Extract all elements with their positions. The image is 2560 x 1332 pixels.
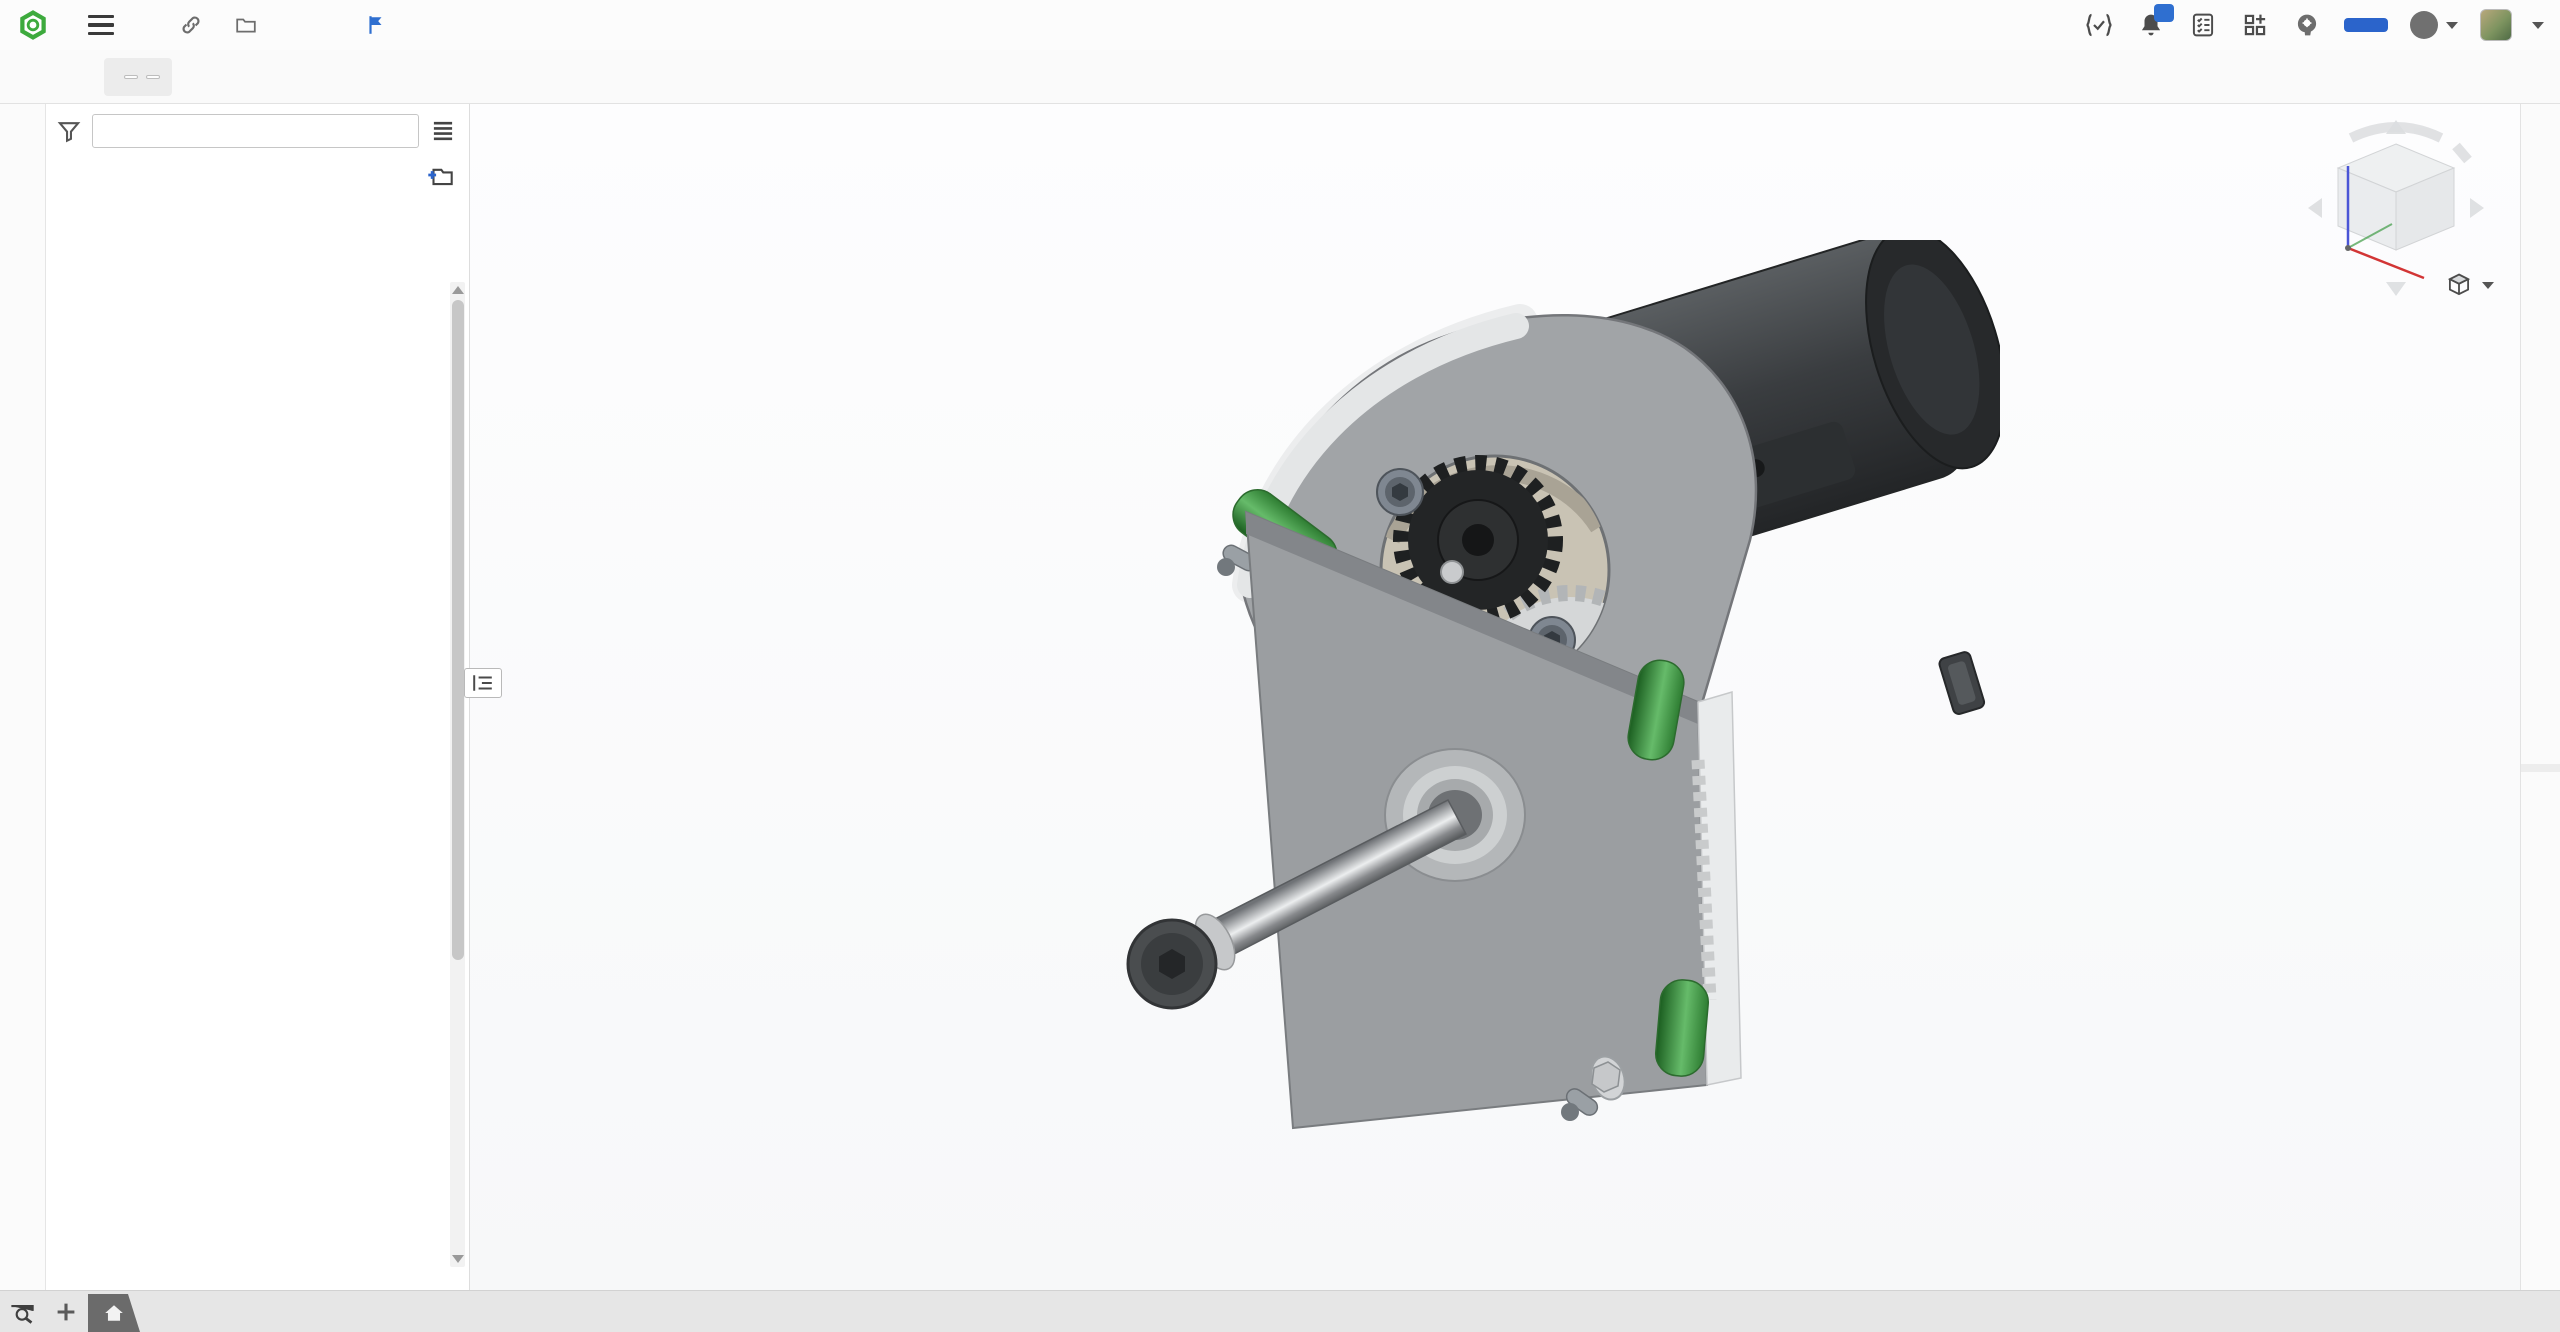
shaded-cube-icon <box>2446 272 2472 298</box>
filter-input[interactable] <box>92 114 419 148</box>
panel-scrollbar[interactable] <box>450 282 465 1267</box>
kbd-alt <box>124 75 138 79</box>
right-app-strip <box>2520 104 2560 1290</box>
help-button[interactable] <box>2410 11 2438 39</box>
onshape-logo-icon <box>16 7 50 43</box>
document-location[interactable] <box>234 14 265 36</box>
kbd-c <box>146 75 160 79</box>
scroll-down-icon[interactable] <box>452 1255 464 1263</box>
filter-funnel-icon[interactable] <box>56 118 82 144</box>
top-bar <box>0 0 2560 50</box>
graphics-canvas[interactable] <box>470 104 2520 1290</box>
search-tools[interactable] <box>104 58 172 96</box>
tasks-icon[interactable] <box>2188 10 2218 40</box>
apps-grid-icon[interactable] <box>2240 10 2270 40</box>
add-tab-button[interactable] <box>44 1292 88 1332</box>
menu-hamburger-icon[interactable] <box>88 15 114 35</box>
standoff-green-3[interactable] <box>1654 978 1710 1078</box>
notifications-bell-icon[interactable] <box>2136 10 2166 40</box>
bottom-tab-bar <box>0 1290 2560 1332</box>
link-icon[interactable] <box>176 10 206 40</box>
versions-icon[interactable] <box>2084 10 2114 40</box>
instances-panel <box>46 104 470 1290</box>
left-icon-strip <box>0 104 46 1290</box>
panel-flyout-button[interactable] <box>464 668 502 698</box>
list-view-icon[interactable] <box>429 118 457 144</box>
help-caret-icon[interactable] <box>2446 22 2458 29</box>
notification-badge <box>2154 4 2174 22</box>
user-avatar[interactable] <box>2480 9 2512 41</box>
home-tab-button[interactable] <box>88 1294 140 1332</box>
assembly-toolbar <box>0 50 2560 104</box>
user-menu-caret-icon[interactable] <box>2532 22 2544 29</box>
share-button[interactable] <box>2344 18 2388 32</box>
viewcube-body[interactable] <box>2338 144 2454 250</box>
add-folder-icon[interactable] <box>425 162 455 188</box>
assembly-3d-model[interactable] <box>1100 240 2000 1140</box>
scroll-up-icon[interactable] <box>452 286 464 294</box>
socket-screw-1[interactable] <box>1377 469 1423 515</box>
onshape-logo[interactable] <box>16 7 58 43</box>
view-menu-caret-icon <box>2482 282 2494 289</box>
motor-connector[interactable] <box>1938 651 1986 716</box>
folder-icon <box>234 14 258 36</box>
follow-flag-icon[interactable] <box>365 13 387 37</box>
learning-center-icon[interactable] <box>2292 10 2322 40</box>
scrollbar-thumb[interactable] <box>452 300 464 960</box>
view-options-menu[interactable] <box>2446 272 2494 298</box>
search-tabs-icon[interactable] <box>0 1292 44 1332</box>
